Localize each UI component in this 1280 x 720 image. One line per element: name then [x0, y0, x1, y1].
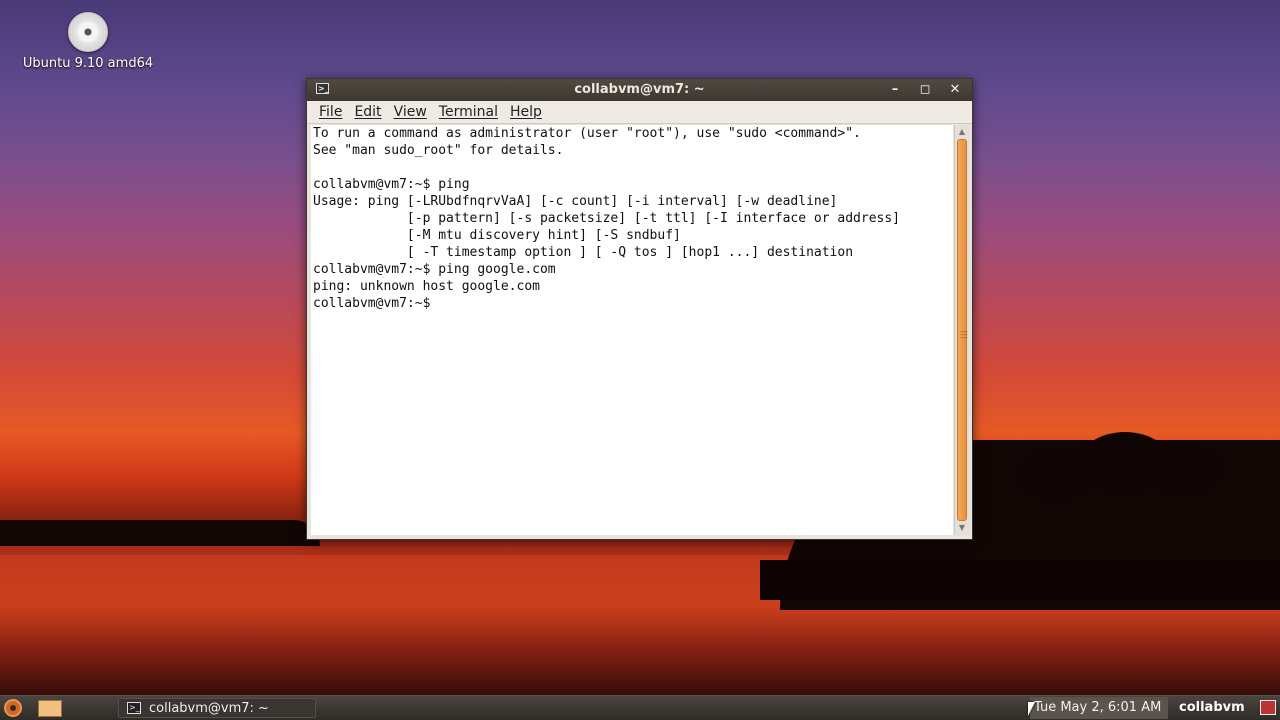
- terminal-window[interactable]: >_ collabvm@vm7: ~ – ◻ ✕ File Edit View …: [306, 78, 973, 540]
- terminal-line: collabvm@vm7:~$ ping: [313, 177, 470, 192]
- terminal-line: ping: unknown host google.com: [313, 279, 540, 294]
- show-desktop-button[interactable]: [38, 700, 62, 717]
- menu-terminal[interactable]: Terminal: [433, 104, 504, 120]
- desktop-icon-label: Ubuntu 9.10 amd64: [22, 56, 154, 71]
- taskbar-item-label: collabvm@vm7: ~: [149, 700, 269, 716]
- terminal-prompt: collabvm@vm7:~$: [313, 296, 431, 311]
- grip-icon: — — —: [960, 327, 968, 342]
- menubar: File Edit View Terminal Help: [307, 101, 972, 124]
- terminal-line: [ -T timestamp option ] [ -Q tos ] [hop1…: [313, 245, 854, 260]
- menu-help[interactable]: Help: [504, 104, 548, 120]
- terminal-line: collabvm@vm7:~$ ping google.com: [313, 262, 556, 277]
- maximize-button[interactable]: ◻: [916, 81, 934, 99]
- scroll-up-icon[interactable]: ▲: [955, 125, 969, 139]
- terminal-line: To run a command as administrator (user …: [313, 126, 861, 141]
- menu-edit[interactable]: Edit: [348, 104, 387, 120]
- mouse-cursor-icon: [1028, 702, 1035, 716]
- tree-silhouette: [1150, 445, 1220, 495]
- window-title: collabvm@vm7: ~: [574, 82, 705, 97]
- terminal-icon: >_: [127, 702, 141, 714]
- terminal-line: [-p pattern] [-s packetsize] [-t ttl] [-…: [313, 211, 900, 226]
- ubuntu-menu-icon[interactable]: [4, 699, 22, 717]
- bottom-panel: >_ collabvm@vm7: ~ Tue May 2, 6:01 AM co…: [0, 695, 1280, 720]
- terminal-line: Usage: ping [-LRUbdfnqrvVaA] [-c count] …: [313, 194, 838, 209]
- terminal-line: See "man sudo_root" for details.: [313, 143, 564, 158]
- shoreline-left: [0, 520, 320, 546]
- terminal-line: [-M mtu discovery hint] [-S sndbuf]: [313, 228, 681, 243]
- close-button[interactable]: ✕: [946, 81, 964, 99]
- window-titlebar[interactable]: >_ collabvm@vm7: ~ – ◻ ✕: [307, 79, 972, 101]
- menu-view[interactable]: View: [388, 104, 433, 120]
- scroll-down-icon[interactable]: ▼: [955, 521, 969, 535]
- terminal-scrollbar[interactable]: ▲ — — — ▼: [954, 125, 969, 535]
- minimize-button[interactable]: –: [886, 81, 904, 99]
- cd-icon: [68, 12, 108, 52]
- scrollbar-thumb[interactable]: — — —: [957, 139, 968, 521]
- shutdown-icon[interactable]: [1260, 700, 1276, 715]
- clock[interactable]: Tue May 2, 6:01 AM: [1030, 697, 1168, 719]
- tree-silhouette: [1020, 448, 1090, 498]
- terminal-output[interactable]: To run a command as administrator (user …: [311, 125, 953, 535]
- desktop-icon-ubuntu-cd[interactable]: Ubuntu 9.10 amd64: [20, 12, 156, 71]
- shoreline-right: [760, 560, 1280, 600]
- user-menu[interactable]: collabvm: [1179, 696, 1245, 720]
- taskbar-item-terminal[interactable]: >_ collabvm@vm7: ~: [118, 698, 316, 718]
- menu-file[interactable]: File: [313, 104, 348, 120]
